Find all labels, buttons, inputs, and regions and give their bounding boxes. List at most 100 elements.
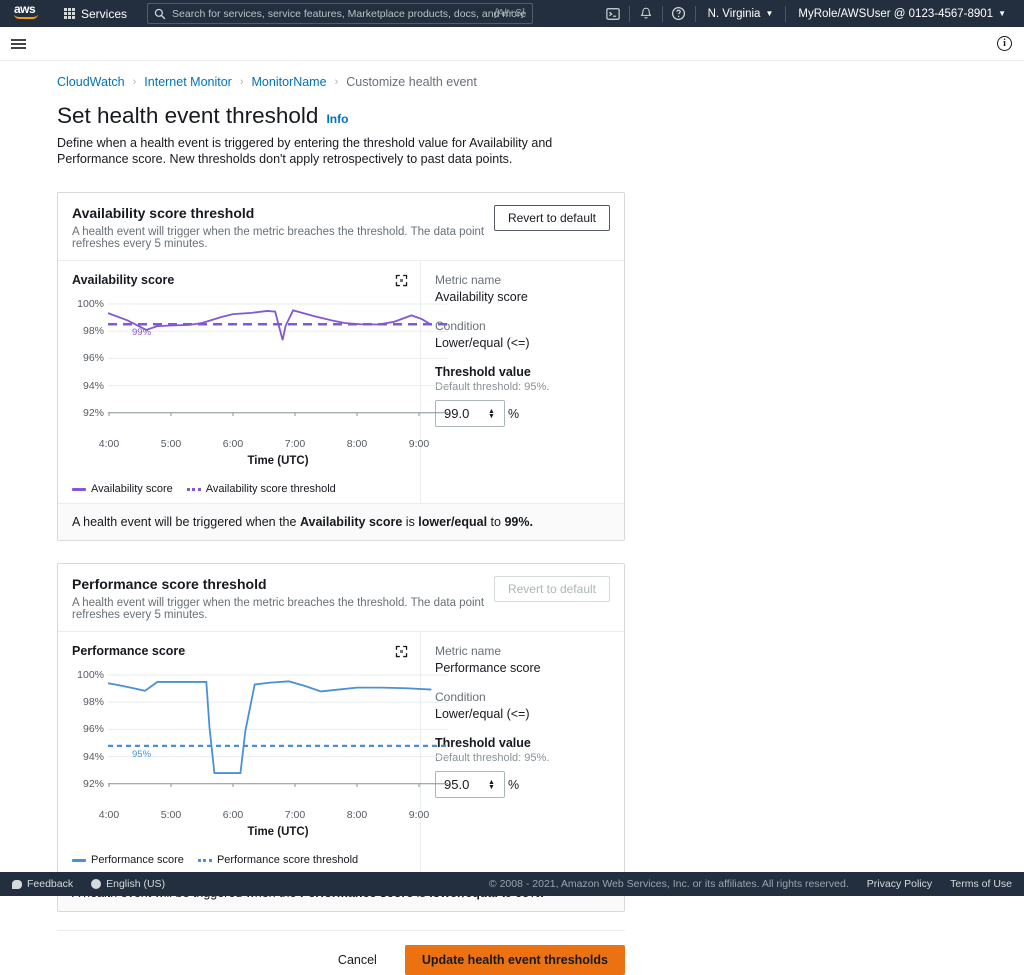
legend-label-series: Performance score (91, 854, 184, 866)
page-footer: Feedback English (US) © 2008 - 2021, Ama… (0, 872, 1024, 896)
divider (695, 6, 696, 22)
cancel-button[interactable]: Cancel (332, 952, 383, 968)
terms-of-use-link[interactable]: Terms of Use (950, 878, 1012, 890)
legend-solid-swatch (72, 859, 86, 862)
language-label: English (US) (106, 878, 165, 890)
availability-xtick-9: 9:00 (409, 438, 429, 450)
availability-chart-legend: Availability score Availability score th… (72, 483, 420, 495)
chevron-down-icon: ▼ (998, 9, 1006, 18)
performance-ytick-96: 96% (83, 723, 104, 735)
availability-chart-panel: Availability score (58, 261, 420, 503)
availability-card-description: A health event will trigger when the met… (72, 226, 494, 250)
search-icon (154, 8, 166, 20)
stepper-arrows-icon[interactable]: ▲▼ (488, 409, 495, 419)
breadcrumb-item-internet-monitor[interactable]: Internet Monitor (144, 75, 232, 89)
availability-card-title: Availability score threshold (72, 205, 494, 221)
account-menu[interactable]: MyRole/AWSUser @ 0123-4567-8901 ▼ (788, 0, 1016, 27)
breadcrumb: CloudWatch › Internet Monitor › MonitorN… (0, 61, 1024, 89)
availability-condition-value: Lower/equal (<=) (435, 336, 610, 350)
expand-icon[interactable] (395, 645, 408, 658)
availability-ytick-92: 92% (83, 407, 104, 419)
legend-item-series[interactable]: Availability score (72, 483, 173, 495)
availability-footer-pre: A health event will be triggered when th… (72, 515, 300, 529)
availability-xtick-6: 6:00 (223, 438, 243, 450)
availability-condition-group: Condition Lower/equal (<=) (435, 319, 610, 350)
notifications-icon[interactable] (632, 0, 660, 27)
page-title: Set health event threshold Info (57, 103, 1024, 129)
info-icon[interactable]: i (997, 36, 1012, 51)
search-input[interactable]: Search for services, service features, M… (147, 3, 533, 24)
search-shortcut-hint: [Alt+S] (495, 8, 525, 19)
performance-ytick-98: 98% (83, 696, 104, 708)
page-content: CloudWatch › Internet Monitor › MonitorN… (0, 61, 1024, 957)
availability-xtick-8: 8:00 (347, 438, 367, 450)
performance-metric-name-value: Performance score (435, 661, 610, 675)
breadcrumb-item-current: Customize health event (346, 75, 477, 89)
page-description: Define when a health event is triggered … (57, 135, 597, 167)
performance-chart-legend: Performance score Performance score thre… (72, 854, 420, 866)
availability-chart-header: Availability score (72, 273, 420, 287)
performance-card-description: A health event will trigger when the met… (72, 597, 494, 621)
availability-xtick-4: 4:00 (99, 438, 119, 450)
availability-metric-name-value: Availability score (435, 290, 610, 304)
performance-chart-title: Performance score (72, 644, 185, 658)
sidebar-toggle-button[interactable] (8, 39, 40, 49)
performance-revert-to-default-button[interactable]: Revert to default (494, 576, 610, 602)
performance-plot-wrapper: 95% 100% 98% 96% 94% 92% 4:00 5:00 6:00 … (108, 672, 420, 804)
breadcrumb-separator: › (133, 76, 137, 88)
grid-icon (64, 8, 75, 19)
availability-threshold-label: Threshold value (435, 365, 610, 379)
update-health-event-thresholds-button[interactable]: Update health event thresholds (405, 945, 625, 975)
page-title-text: Set health event threshold (57, 103, 318, 129)
legend-item-threshold[interactable]: Availability score threshold (187, 483, 336, 495)
page-info-link[interactable]: Info (326, 112, 348, 126)
help-icon[interactable] (665, 0, 693, 27)
performance-condition-value: Lower/equal (<=) (435, 707, 610, 721)
performance-threshold-stepper[interactable]: ▲▼ % (435, 771, 610, 798)
cloudshell-icon[interactable] (599, 0, 627, 27)
performance-metric-name-label: Metric name (435, 644, 610, 658)
top-navigation: aws Services Search for services, servic… (0, 0, 1024, 27)
svg-text:95%: 95% (132, 749, 152, 760)
privacy-policy-link[interactable]: Privacy Policy (867, 878, 932, 890)
availability-plot: 99% 100% 98% 96% 94% 92% 4:00 5:00 6:00 … (108, 301, 448, 433)
aws-logo[interactable]: aws (14, 4, 50, 24)
performance-condition-group: Condition Lower/equal (<=) (435, 690, 610, 721)
availability-threshold-group: Threshold value Default threshold: 95%. … (435, 365, 610, 427)
performance-chart-header: Performance score (72, 644, 420, 658)
legend-label-series: Availability score (91, 483, 173, 495)
feedback-button[interactable]: Feedback (12, 878, 73, 890)
availability-x-axis-title: Time (UTC) (108, 455, 448, 467)
availability-condition-label: Condition (435, 319, 610, 333)
divider (629, 6, 630, 22)
expand-icon[interactable] (395, 274, 408, 287)
performance-x-axis-title: Time (UTC) (108, 826, 448, 838)
availability-footer-condition: lower/equal (418, 515, 487, 529)
services-menu-button[interactable]: Services (58, 0, 133, 27)
availability-xtick-7: 7:00 (285, 438, 305, 450)
legend-dotted-swatch (187, 488, 201, 491)
stepper-arrows-icon[interactable]: ▲▼ (488, 780, 495, 790)
performance-card-body: Performance score (58, 632, 624, 874)
region-selector[interactable]: N. Virginia ▼ (698, 0, 784, 27)
legend-item-threshold[interactable]: Performance score threshold (198, 854, 358, 866)
breadcrumb-item-cloudwatch[interactable]: CloudWatch (57, 75, 125, 89)
performance-card-header: Performance score threshold A health eve… (58, 564, 624, 631)
legend-label-threshold: Performance score threshold (217, 854, 358, 866)
availability-revert-to-default-button[interactable]: Revert to default (494, 205, 610, 231)
performance-threshold-group: Threshold value Default threshold: 95%. … (435, 736, 610, 798)
performance-metadata-panel: Metric name Performance score Condition … (420, 632, 624, 874)
availability-threshold-stepper[interactable]: ▲▼ % (435, 400, 610, 427)
language-selector[interactable]: English (US) (91, 878, 165, 890)
legend-item-series[interactable]: Performance score (72, 854, 184, 866)
feedback-label: Feedback (27, 878, 73, 890)
performance-score-threshold-card: Performance score threshold A health eve… (57, 563, 625, 912)
performance-xtick-9: 9:00 (409, 809, 429, 821)
copyright-text: © 2008 - 2021, Amazon Web Services, Inc.… (489, 878, 849, 890)
performance-chart-panel: Performance score (58, 632, 420, 874)
availability-percent-symbol: % (508, 407, 519, 421)
availability-ytick-100: 100% (77, 298, 104, 310)
breadcrumb-item-monitorname[interactable]: MonitorName (252, 75, 327, 89)
form-actions: Cancel Update health event thresholds (57, 930, 625, 975)
sub-navigation-bar: i (0, 27, 1024, 61)
